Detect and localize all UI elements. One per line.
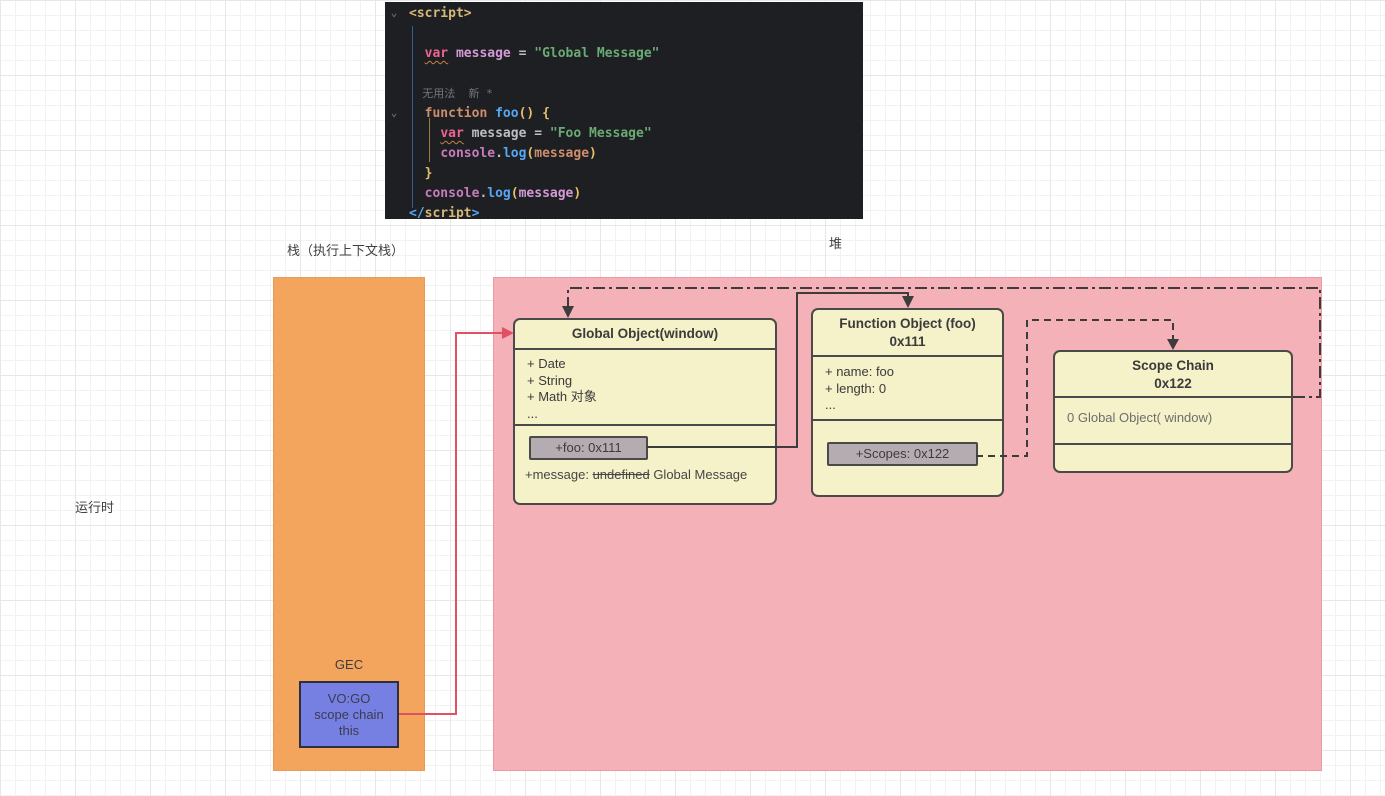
title-line: 0x122	[1055, 375, 1291, 393]
message-prefix: +message:	[525, 467, 593, 482]
function-object-members: + name: foo + length: 0 ...	[813, 357, 1002, 421]
scope-chain-box: Scope Chain 0x122 0 Global Object( windo…	[1053, 350, 1293, 473]
message-old-value: undefined	[593, 467, 650, 482]
member-item: + name: foo	[813, 364, 1002, 381]
vo-line: this	[301, 723, 397, 739]
code-line	[409, 64, 659, 84]
stack-region: GEC VO:GO scope chain this	[273, 277, 425, 771]
stack-label: 栈（执行上下文栈）	[287, 240, 404, 259]
member-item: + Date	[515, 356, 775, 373]
function-object-refs: +Scopes: 0x122	[813, 421, 1002, 495]
gec-label: GEC	[274, 657, 424, 672]
function-object-title: Function Object (foo) 0x111	[813, 310, 1002, 357]
member-item: ...	[515, 406, 775, 423]
member-item: + length: 0	[813, 381, 1002, 398]
code-content: <script> var message = "Global Message" …	[409, 4, 659, 219]
diagram-canvas: ⌄ ⌄ <script> var message = "Global Messa…	[0, 0, 1385, 796]
global-object-members: + Date + String + Math 对象 ...	[515, 350, 775, 426]
title-line: Function Object (foo)	[813, 315, 1002, 333]
code-line: var message = "Foo Message"	[409, 124, 659, 144]
title-line: 0x111	[813, 333, 1002, 351]
code-line: 无用法 新 *	[409, 84, 659, 104]
message-property: +message: undefined Global Message	[525, 467, 747, 482]
vo-line: VO:GO	[301, 691, 397, 707]
code-line	[409, 24, 659, 44]
global-object-title: Global Object(window)	[515, 320, 775, 350]
code-line: function foo() {	[409, 104, 659, 124]
code-line: }	[409, 164, 659, 184]
global-object-box: Global Object(window) + Date + String + …	[513, 318, 777, 505]
heap-label: 堆	[829, 233, 842, 252]
code-line: </script>	[409, 204, 659, 219]
code-line: <script>	[409, 4, 659, 24]
gec-vo-box: VO:GO scope chain this	[299, 681, 399, 748]
fold-chevron-icon: ⌄	[387, 4, 401, 24]
global-object-refs: +foo: 0x111 +message: undefined Global M…	[515, 426, 775, 503]
function-object-box: Function Object (foo) 0x111 + name: foo …	[811, 308, 1004, 497]
code-editor-panel: ⌄ ⌄ <script> var message = "Global Messa…	[385, 2, 863, 219]
member-item: ...	[813, 397, 1002, 414]
code-line: console.log(message)	[409, 144, 659, 164]
code-line: console.log(message)	[409, 184, 659, 204]
runtime-label: 运行时	[75, 497, 114, 516]
scopes-reference-chip: +Scopes: 0x122	[827, 442, 978, 466]
member-item: + Math 对象	[515, 389, 775, 406]
scope-chain-empty-row	[1055, 445, 1291, 471]
title-line: Scope Chain	[1055, 357, 1291, 375]
member-item: + String	[515, 373, 775, 390]
fold-chevron-icon: ⌄	[387, 104, 401, 124]
code-line: var message = "Global Message"	[409, 44, 659, 64]
foo-reference-chip: +foo: 0x111	[529, 436, 648, 460]
scope-chain-entry: 0 Global Object( window)	[1055, 398, 1291, 445]
message-new-value: Global Message	[650, 467, 748, 482]
vo-line: scope chain	[301, 707, 397, 723]
scope-chain-title: Scope Chain 0x122	[1055, 352, 1291, 398]
